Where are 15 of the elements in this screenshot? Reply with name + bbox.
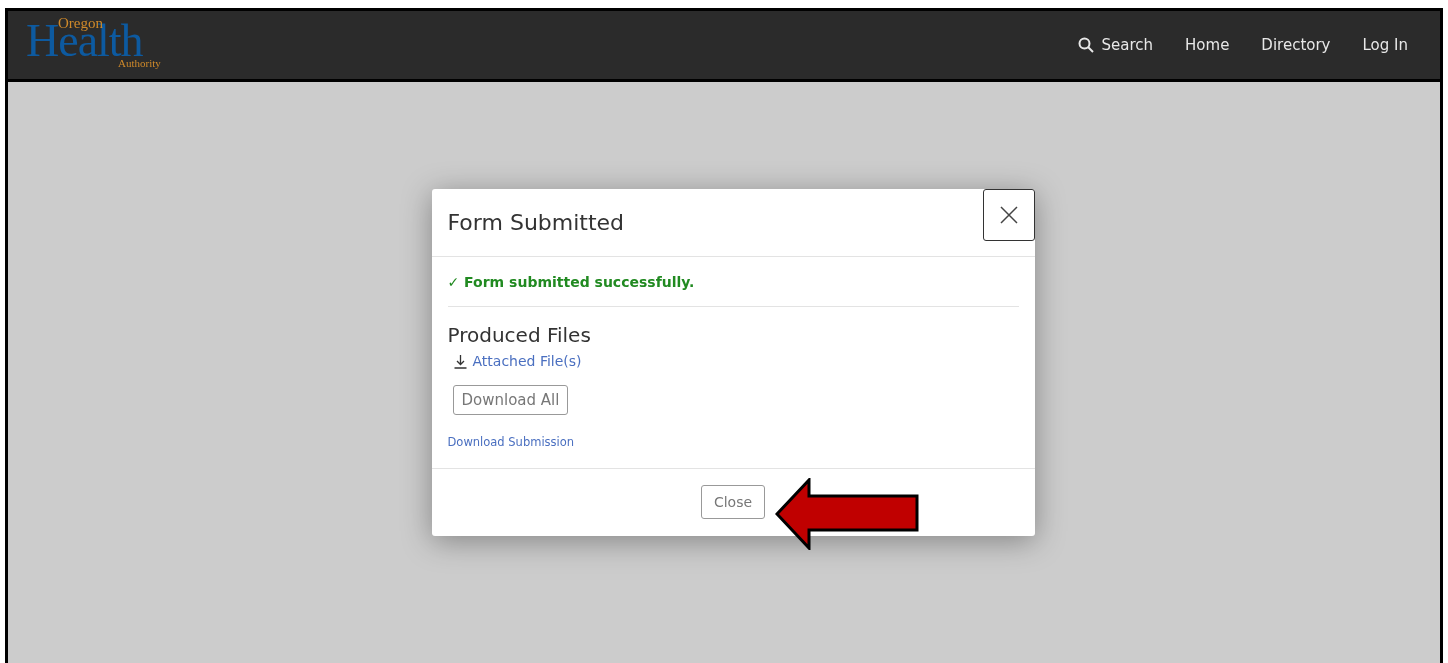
- modal-title: Form Submitted: [447, 210, 625, 235]
- search-link[interactable]: Search: [1061, 30, 1170, 60]
- close-icon: [999, 206, 1018, 224]
- close-icon-button[interactable]: [982, 189, 1035, 241]
- search-icon: [1077, 37, 1094, 53]
- download-submission-link[interactable]: Download Submission: [447, 434, 575, 449]
- nav-link[interactable]: Home: [1169, 30, 1246, 60]
- attached-files-link[interactable]: Attached File(s): [452, 353, 582, 369]
- success-message: ✓ Form submitted successfully.: [447, 274, 1019, 307]
- download-icon: [452, 353, 468, 369]
- close-button[interactable]: Close: [700, 485, 766, 519]
- nav-link[interactable]: Log In: [1346, 30, 1424, 60]
- nav-link[interactable]: Directory: [1245, 30, 1347, 60]
- section-heading: Produced Files: [447, 323, 592, 347]
- download-all-button[interactable]: Download All: [452, 384, 569, 415]
